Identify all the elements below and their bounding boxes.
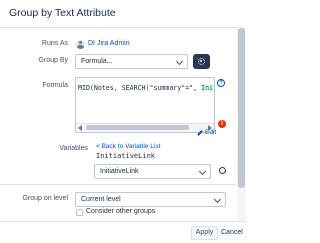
dialog-scrollbar-thumb[interactable] xyxy=(238,28,245,188)
group-on-level-label: Group on level xyxy=(22,195,68,202)
formula-label: Formula xyxy=(42,82,68,89)
dialog-title: Group by Text Attribute xyxy=(9,7,116,19)
formula-horizontal-scrollbar[interactable] xyxy=(76,123,214,132)
runs-as-user-link[interactable]: DI Jira Admin xyxy=(88,40,130,47)
variables-label: Variables xyxy=(59,145,88,152)
cancel-button[interactable]: Cancel xyxy=(221,229,243,236)
runs-as-label: Runs As xyxy=(41,40,68,47)
variable-name: InitiativeLink xyxy=(96,152,156,160)
code-mid: , SEARCH("summary"=", xyxy=(113,84,202,92)
gear-icon xyxy=(198,58,205,65)
group-by-label: Group By xyxy=(38,57,68,64)
group-on-level-value: Current level xyxy=(81,196,121,203)
back-to-variable-list-link[interactable]: < Back to Variable List xyxy=(96,143,160,150)
group-by-settings-button[interactable] xyxy=(193,54,210,69)
consider-other-groups-checkbox[interactable] xyxy=(76,209,83,216)
help-icon[interactable]: ? xyxy=(217,79,225,87)
user-avatar-icon xyxy=(76,40,85,49)
formula-editor[interactable]: MID(Notes, SEARCH("summary"=", Initiativ… xyxy=(75,77,215,133)
error-icon: ! xyxy=(218,120,226,128)
apply-button[interactable]: Apply xyxy=(191,226,218,240)
group-by-select[interactable]: Formula... xyxy=(75,54,188,69)
consider-other-groups-label: Consider other groups xyxy=(86,208,156,215)
footer-divider xyxy=(0,221,246,222)
code-field: Notes xyxy=(93,84,114,92)
header-divider xyxy=(0,27,246,28)
chevron-down-icon xyxy=(198,167,207,176)
refresh-icon[interactable] xyxy=(219,167,227,174)
group-on-level-select[interactable]: Current level xyxy=(75,192,226,207)
chevron-down-icon xyxy=(175,57,184,66)
formula-code-line: MID(Notes, SEARCH("summary"=", Initiativ… xyxy=(78,84,214,92)
code-variable: Initiative xyxy=(201,84,214,92)
chevron-down-icon xyxy=(213,195,222,204)
variable-select[interactable]: InitiativeLink xyxy=(94,164,211,179)
group-by-dialog: Group by Text Attribute Runs As DI Jira … xyxy=(0,0,246,243)
variable-select-value: InitiativeLink xyxy=(100,168,139,175)
formula-scrollbar-thumb[interactable] xyxy=(86,125,189,130)
edit-formula-link[interactable]: Edit xyxy=(205,129,216,136)
group-by-select-value: Formula... xyxy=(81,58,113,65)
code-prefix: MID( xyxy=(78,84,94,92)
section-divider xyxy=(0,184,236,185)
scroll-left-icon[interactable] xyxy=(78,125,82,131)
